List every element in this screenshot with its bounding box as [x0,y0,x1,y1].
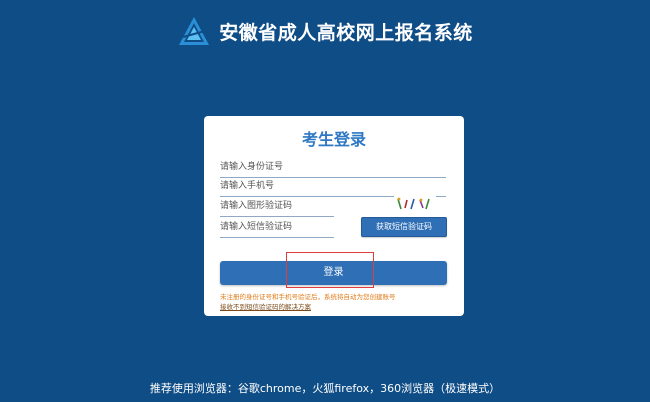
captcha-input[interactable] [220,199,334,217]
highlight-box [286,252,374,288]
captcha-image[interactable] [394,196,436,212]
system-title: 安徽省成人高校网上报名系统 [219,21,473,44]
triangle-logo-icon [179,17,210,45]
browser-recommendation: 推荐使用浏览器：谷歌chrome，火狐firefox，360浏览器（极速模式） [149,382,501,395]
page-header: 安徽省成人高校网上报名系统 [0,14,650,48]
get-sms-code-button[interactable]: 获取短信验证码 [361,217,447,237]
sms-help-link[interactable]: 接收不到短信验证码的解决方案 [220,301,311,311]
sms-code-input[interactable] [220,220,334,238]
login-title: 考生登录 [301,130,366,149]
login-card: 考生登录 获取短信验证码 登录 未注册的身份证号和手机号验证后，系统将自动为您创… [204,116,464,316]
auto-register-note: 未注册的身份证号和手机号验证后，系统将自动为您创建账号 [220,293,396,301]
id-card-input[interactable] [220,160,446,178]
phone-input[interactable] [220,179,446,197]
